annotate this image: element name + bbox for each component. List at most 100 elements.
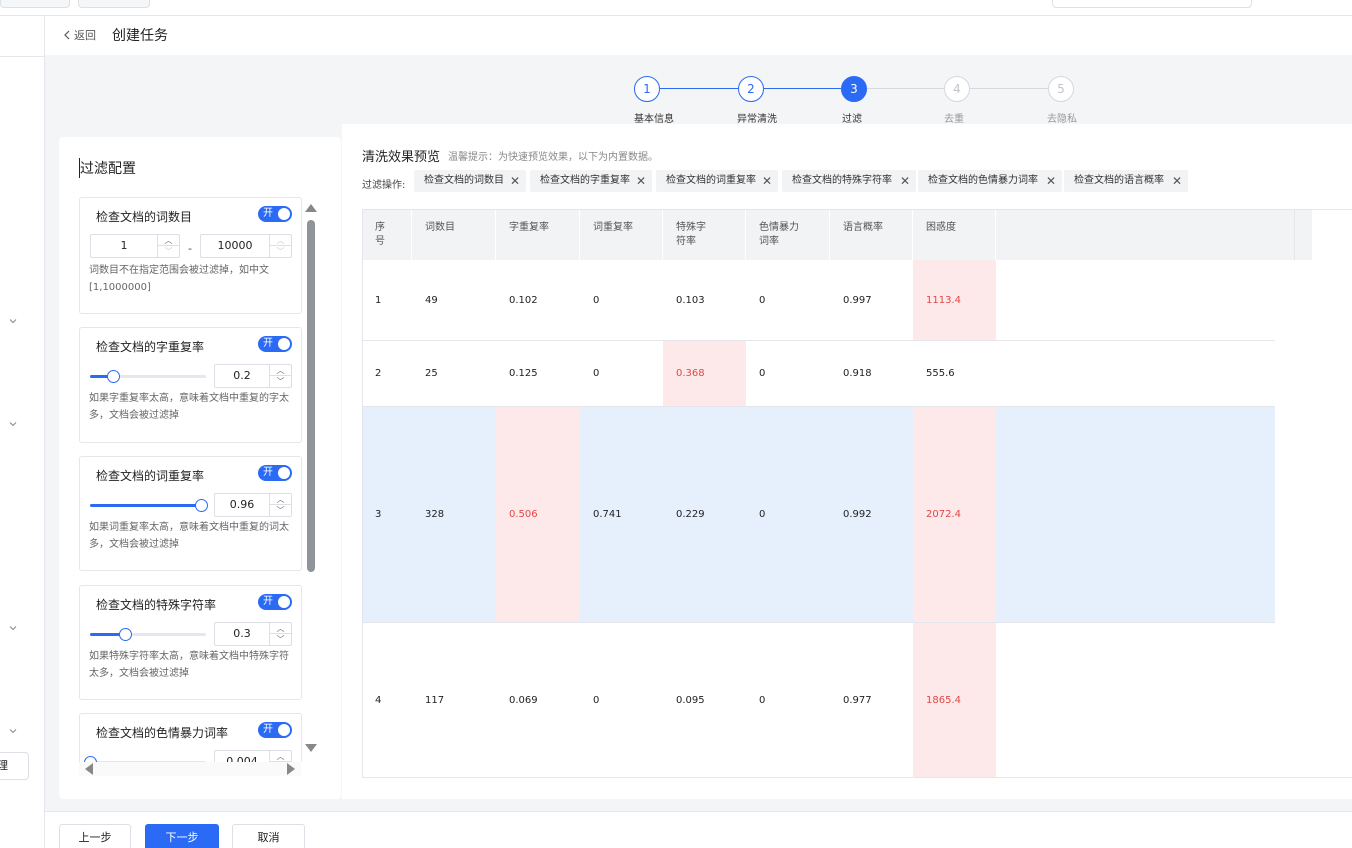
- stepper-up-icon[interactable]: ︿: [270, 623, 291, 634]
- step-2-circle[interactable]: 2: [738, 76, 764, 102]
- stepper-down-icon[interactable]: ﹀: [270, 246, 291, 257]
- word-repeat-switch[interactable]: 开: [258, 465, 292, 481]
- scroll-thumb[interactable]: [307, 220, 315, 572]
- header-gutter: [1294, 210, 1312, 260]
- scroll-up-icon[interactable]: [305, 204, 317, 212]
- chevron-down-icon[interactable]: [8, 316, 18, 326]
- stepper-down-icon[interactable]: ﹀: [270, 634, 291, 645]
- card-name: 检查文档的色情暴力词率: [96, 726, 229, 740]
- step-1-circle[interactable]: 1: [634, 76, 660, 102]
- table-row: 1 49 0.102 0 0.103 0 0.997 1113.4: [362, 260, 1275, 341]
- slider-fill: [90, 504, 201, 507]
- scroll-down-icon[interactable]: [305, 744, 317, 752]
- stepper: ︿ ﹀: [157, 235, 179, 257]
- stepper-down-icon[interactable]: ﹀: [270, 505, 291, 516]
- next-step-button[interactable]: 下一步: [145, 824, 219, 848]
- stepper: ︿ ﹀: [269, 623, 291, 645]
- input-value: 1: [120, 239, 128, 252]
- table-cell: 0.102: [509, 294, 538, 306]
- filter-ops-label: 过滤操作:: [362, 180, 406, 191]
- input-value: 10000: [217, 239, 253, 252]
- char-repeat-switch[interactable]: 开: [258, 336, 292, 352]
- card-description: 如果字重复率太高，意味着文档中重复的字太多，文档会被过滤掉: [89, 393, 289, 421]
- char-repeat-input[interactable]: 0.2 ︿ ﹀: [214, 364, 292, 388]
- chip-label: 检查文档的字重复率: [540, 175, 630, 186]
- chip-label: 检查文档的词重复率: [666, 175, 756, 186]
- stepper-up-icon[interactable]: ︿: [270, 751, 291, 762]
- filter-config-title: 过滤配置: [79, 158, 136, 178]
- table-cell: 2: [375, 368, 382, 379]
- close-icon[interactable]: ✕: [1172, 170, 1182, 192]
- stepper-down-icon[interactable]: ﹀: [158, 246, 179, 257]
- filter-config-panel: 过滤配置 检查文档的词数目 开 1 ︿ ﹀ - 10000 ︿ ﹀ 词数目不在指…: [59, 137, 341, 799]
- chevron-down-icon[interactable]: [8, 419, 18, 429]
- scroll-left-icon[interactable]: [85, 763, 93, 775]
- special-char-card: 检查文档的特殊字符率 开 0.3 ︿ ﹀ 如果特殊字符率太高，意味着文档中特殊字…: [79, 585, 302, 700]
- stepper-up-icon[interactable]: ︿: [158, 235, 179, 246]
- stepper: ︿ ﹀: [269, 235, 291, 257]
- config-vertical-scrollbar[interactable]: [304, 204, 318, 752]
- special-char-slider[interactable]: [90, 628, 206, 641]
- stepper-up-icon[interactable]: ︿: [270, 365, 291, 376]
- column-header: 字重复率: [496, 210, 580, 260]
- table-cell: 0.741: [593, 509, 622, 520]
- slider-handle[interactable]: [119, 628, 132, 641]
- switch-knob: [278, 596, 290, 608]
- table-cell: 0: [759, 294, 766, 306]
- top-tab[interactable]: [78, 0, 150, 8]
- preview-hint: 温馨提示：为快速预览效果，以下为内置数据。: [448, 152, 658, 163]
- cancel-button[interactable]: 取消: [232, 824, 305, 848]
- violence-word-switch[interactable]: 开: [258, 722, 292, 738]
- close-icon[interactable]: ✕: [1046, 170, 1056, 192]
- close-icon[interactable]: ✕: [762, 170, 772, 192]
- table-cell: 2072.4: [913, 407, 996, 622]
- table-cell: 1: [375, 294, 382, 306]
- table-cell: 555.6: [926, 368, 955, 379]
- word-count-min-input[interactable]: 1 ︿ ﹀: [90, 234, 180, 258]
- stepper-up-icon[interactable]: ︿: [270, 494, 291, 505]
- stepper-down-icon[interactable]: ﹀: [270, 376, 291, 387]
- stepper: ︿ ﹀: [269, 365, 291, 387]
- char-repeat-slider[interactable]: [90, 370, 206, 383]
- table-cell: 117: [425, 694, 445, 706]
- table-cell: 0.997: [843, 294, 872, 306]
- close-icon[interactable]: ✕: [900, 170, 910, 192]
- config-horizontal-scrollbar[interactable]: [79, 762, 301, 776]
- slider-handle[interactable]: [195, 499, 208, 512]
- preview-title: 清洗效果预览: [362, 150, 441, 165]
- column-header: 语言概率: [830, 210, 913, 260]
- stepper: ︿ ﹀: [269, 751, 291, 762]
- special-char-input[interactable]: 0.3 ︿ ﹀: [214, 622, 292, 646]
- top-search-input[interactable]: [1052, 0, 1252, 8]
- close-icon[interactable]: ✕: [510, 170, 520, 192]
- nav-item-partial[interactable]: 理: [0, 752, 29, 780]
- word-repeat-slider[interactable]: [90, 499, 208, 512]
- close-icon[interactable]: ✕: [636, 170, 646, 192]
- card-description: 词数目不在指定范围会被过滤掉，如中文[1,1000000]: [89, 265, 269, 293]
- special-char-switch[interactable]: 开: [258, 594, 292, 610]
- slider-handle[interactable]: [107, 370, 120, 383]
- step-5-label: 去隐私: [1047, 114, 1077, 125]
- chevron-down-icon[interactable]: [8, 623, 18, 633]
- card-name: 检查文档的特殊字符率: [96, 598, 217, 612]
- chevron-down-icon[interactable]: [8, 726, 18, 736]
- top-tab[interactable]: [0, 0, 70, 8]
- step-3-circle[interactable]: 3: [841, 76, 867, 102]
- stepper-up-icon[interactable]: ︿: [270, 235, 291, 246]
- word-repeat-input[interactable]: 0.96 ︿ ﹀: [214, 493, 292, 517]
- footer-bar: 上一步 下一步 取消: [45, 811, 1352, 848]
- page-title: 创建任务: [112, 28, 168, 44]
- table-border: [362, 777, 1352, 778]
- word-count-switch[interactable]: 开: [258, 206, 292, 222]
- card-name: 检查文档的词重复率: [96, 469, 205, 483]
- prev-step-button[interactable]: 上一步: [59, 824, 131, 848]
- step-connector: [970, 88, 1048, 89]
- table-row: 2 25 0.125 0 0.368 0 0.918 555.6: [362, 341, 1275, 407]
- word-repeat-card: 检查文档的词重复率 开 0.96 ︿ ﹀ 如果词重复率太高，意味着文档中重复的词…: [79, 456, 302, 571]
- word-count-max-input[interactable]: 10000 ︿ ﹀: [200, 234, 292, 258]
- back-link[interactable]: 返回: [63, 27, 96, 43]
- switch-knob: [278, 467, 290, 479]
- violence-word-input[interactable]: 0.004 ︿ ﹀: [214, 750, 292, 762]
- scroll-right-icon[interactable]: [287, 763, 295, 775]
- step-2-label: 异常清洗: [737, 114, 777, 125]
